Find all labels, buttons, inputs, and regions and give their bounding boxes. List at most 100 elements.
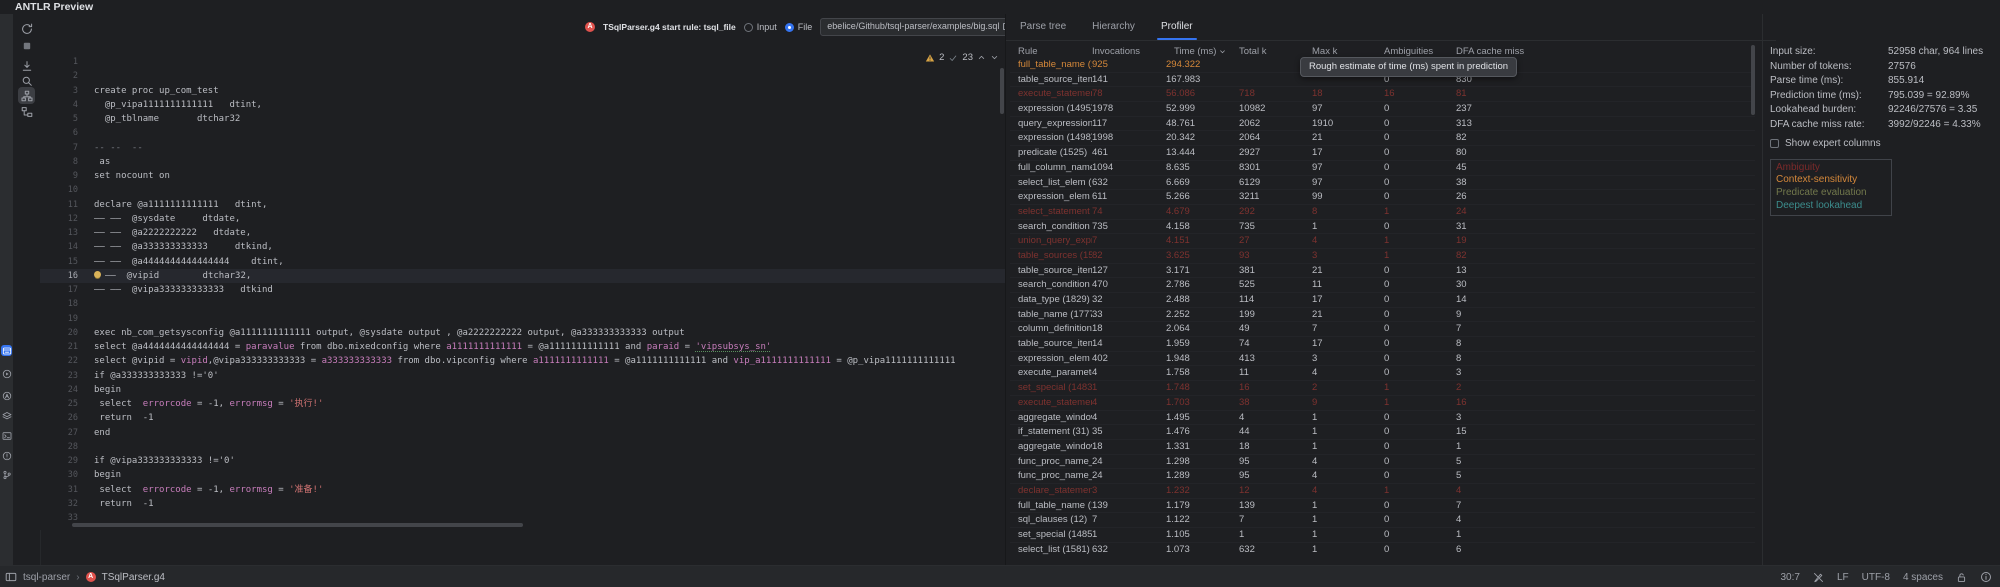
column-header-total-k[interactable]: Total k [1239,45,1312,58]
lightbulb-icon[interactable] [94,271,101,278]
code-line[interactable]: 14—— —— @a333333333333 dtkind, [40,240,1005,254]
tab-hierarchy[interactable]: Hierarchy [1092,14,1135,40]
line-number[interactable]: 4 [52,98,78,112]
breadcrumb-file[interactable]: TSqlParser.g4 [102,572,165,583]
line-number[interactable]: 14 [52,240,78,254]
code-line[interactable]: 5 @p_tblname dtchar32 [40,112,1005,126]
table-row[interactable]: column_definition (1421)182.06449707 [1010,322,1755,337]
run-button[interactable] [1,368,12,379]
code-line[interactable]: 7-- -- -- [40,141,1005,155]
inspections-widget[interactable]: 2 23 [925,52,999,63]
code-line[interactable]: 31 select errorcode = -1, errormsg = '准备… [40,483,1005,497]
table-row[interactable]: select_statement (14…744.6792928124 [1010,205,1755,220]
git-branch-button[interactable] [1,469,12,480]
code-line[interactable]: 18 [40,297,1005,311]
table-row[interactable]: set_special (1485)11.1051101 [1010,528,1755,543]
line-ending[interactable]: LF [1837,572,1849,583]
line-number[interactable]: 30 [52,468,78,482]
code-line[interactable]: 30begin [40,468,1005,482]
table-vscrollbar-thumb[interactable] [1751,45,1755,115]
code-line[interactable]: 4 @p_vipa1111111111111 dtint, [40,98,1005,112]
table-row[interactable]: func_proc_name_serv…241.28995405 [1010,469,1755,484]
input-radio[interactable]: Input [744,22,777,32]
table-row[interactable]: select_list_elem (1592)6326.669612997038 [1010,176,1755,191]
breadcrumb-project[interactable]: tsql-parser [23,572,70,583]
line-number[interactable]: 26 [52,411,78,425]
line-number[interactable]: 11 [52,198,78,212]
line-number[interactable]: 8 [52,155,78,169]
line-number[interactable]: 22 [52,354,78,368]
line-number[interactable]: 15 [52,255,78,269]
expert-columns-checkbox[interactable]: Show expert columns [1770,137,1998,151]
table-row[interactable]: func_proc_name_data…241.29895405 [1010,455,1755,470]
line-number[interactable]: 29 [52,454,78,468]
code-line[interactable]: 29if @vipa333333333333 !='0' [40,454,1005,468]
chevron-down-icon[interactable] [990,53,999,62]
table-row[interactable]: expression (1498)199820.342206421082 [1010,131,1755,146]
table-row[interactable]: search_condition (1517)4702.78652511030 [1010,278,1755,293]
table-row[interactable]: declare_statement (g…31.23212414 [1010,484,1755,499]
structure-button[interactable] [18,103,35,120]
code-line[interactable]: 9set nocount on [40,169,1005,183]
line-number[interactable]: 19 [52,312,78,326]
code-line[interactable]: 20exec nb_com_getsysconfig @a11111111111… [40,326,1005,340]
line-number[interactable]: 2 [52,69,78,83]
line-number[interactable]: 5 [52,112,78,126]
code-line[interactable]: 26 return -1 [40,411,1005,425]
table-row[interactable]: select_list (1581)6321.073632106 [1010,543,1755,556]
table-row[interactable]: table_sources (1515)823.625933182 [1010,249,1755,264]
line-number[interactable]: 17 [52,283,78,297]
line-number[interactable]: 12 [52,212,78,226]
code-line[interactable]: 11declare @a1111111111111 dtint, [40,198,1005,212]
line-number[interactable]: 28 [52,440,78,454]
table-row[interactable]: aggregate_windowed…41.4954103 [1010,411,1755,426]
table-row[interactable]: execute_parameter (1…41.75811403 [1010,366,1755,381]
table-row[interactable]: table_source_item (15…1273.17138121013 [1010,264,1755,279]
tab-parse-tree[interactable]: Parse tree [1020,14,1066,40]
table-row[interactable]: predicate (1525)46113.444292717080 [1010,146,1755,161]
pencil-off-icon[interactable] [1813,572,1824,583]
layers-button[interactable] [1,410,12,421]
code-line[interactable]: 12—— —— @sysdate dtdate, [40,212,1005,226]
editor-vscrollbar-thumb[interactable] [1000,68,1004,114]
table-row[interactable]: full_table_name (1773)1391.179139107 [1010,499,1755,514]
hierarchy-button[interactable] [18,87,35,104]
file-path-input[interactable]: ebelice/Github/tsql-parser/examples/big.… [820,18,1016,36]
code-line[interactable]: 28 [40,440,1005,454]
code-line[interactable]: 19 [40,312,1005,326]
column-header-time-ms-[interactable]: Time (ms) [1166,45,1239,58]
table-row[interactable]: full_column_name (17…10948.635830197045 [1010,161,1755,176]
code-line[interactable]: 25 select errorcode = -1, errormsg = '执行… [40,397,1005,411]
line-number[interactable]: 21 [52,340,78,354]
stop-button[interactable] [18,37,35,54]
line-number[interactable]: 24 [52,383,78,397]
info-icon[interactable] [1980,571,1992,583]
panel-icon[interactable] [5,571,17,583]
table-row[interactable]: aggregate_windowed…181.33118101 [1010,440,1755,455]
table-row[interactable]: table_name (1777)332.2521992109 [1010,308,1755,323]
line-number[interactable]: 6 [52,126,78,140]
code-line[interactable]: 10 [40,183,1005,197]
line-number[interactable]: 10 [52,183,78,197]
indent-setting[interactable]: 4 spaces [1903,572,1943,583]
refresh-button[interactable] [18,20,35,37]
code-editor[interactable]: 123create proc up_com_test4 @p_vipa11111… [40,40,1005,530]
code-line[interactable]: 22select @vipid = vipid,@vipa33333333333… [40,354,1005,368]
line-number[interactable]: 18 [52,297,78,311]
code-line[interactable]: 27end [40,426,1005,440]
table-row[interactable]: if_statement (31)351.476441015 [1010,425,1755,440]
code-line[interactable]: 15—— —— @a4444444444444444 dtint, [40,255,1005,269]
preview-button[interactable] [1,345,12,356]
code-line[interactable]: 1 [40,55,1005,69]
line-number[interactable]: 25 [52,397,78,411]
line-number[interactable]: 1 [52,55,78,69]
tab-profiler[interactable]: Profiler [1161,14,1193,40]
file-radio[interactable]: File [785,22,813,32]
lock-open-icon[interactable] [1956,572,1967,583]
line-number[interactable]: 20 [52,326,78,340]
line-number[interactable]: 7 [52,141,78,155]
column-header-rule[interactable]: Rule [1010,45,1092,58]
table-row[interactable]: expression_elem (1589)4021.948413308 [1010,352,1755,367]
chevron-up-icon[interactable] [977,53,986,62]
code-line[interactable]: 17—— —— @vipa333333333333 dtkind [40,283,1005,297]
